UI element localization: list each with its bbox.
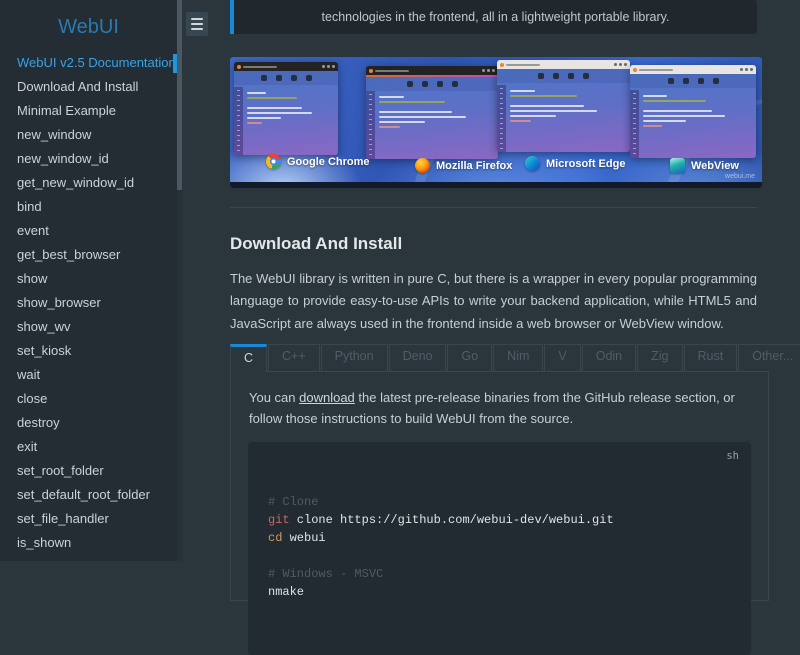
browser-name: Google Chrome <box>287 155 370 168</box>
tab-v[interactable]: V <box>544 344 581 371</box>
sidebar-item[interactable]: Minimal Example <box>0 99 177 123</box>
mini-app-window <box>366 66 498 159</box>
tab-c[interactable]: C <box>230 344 268 372</box>
hero-watermark: webui.me <box>725 173 755 180</box>
sidebar-item[interactable]: show_wv <box>0 315 177 339</box>
mini-app-window <box>630 65 756 158</box>
code-line: # Clone <box>268 495 319 509</box>
mini-window-code <box>234 88 338 155</box>
mini-window-code <box>630 91 756 158</box>
tab-odin[interactable]: Odin <box>581 344 637 371</box>
mini-window-titlebar <box>366 66 498 75</box>
sidebar-scrollbar-thumb[interactable] <box>177 0 182 190</box>
mini-window-titlebar <box>630 65 756 74</box>
mini-window-toolbar <box>630 74 756 88</box>
download-link[interactable]: download <box>299 390 355 405</box>
section-paragraph: The WebUI library is written in pure C, … <box>230 271 757 331</box>
hero-screenshot: Google Chrome Mozilla Firefox Microsoft … <box>230 57 762 188</box>
mini-window-body <box>630 74 756 158</box>
panel-text: You can <box>249 390 300 405</box>
browser-label-edge: Microsoft Edge <box>525 156 625 171</box>
sidebar-item[interactable]: show_browser <box>0 291 177 315</box>
browser-name: Mozilla Firefox <box>436 159 513 172</box>
sidebar-scrollbar[interactable] <box>177 0 182 561</box>
tab-nim[interactable]: Nim <box>493 344 544 371</box>
mini-app-window <box>497 60 630 152</box>
tab-c[interactable]: C++ <box>268 344 320 371</box>
tab-go[interactable]: Go <box>447 344 493 371</box>
mini-window-body <box>234 71 338 155</box>
sidebar-item[interactable]: WebUI v2.5 Documentation <box>0 51 177 75</box>
edge-icon <box>525 156 540 171</box>
mini-window-body <box>497 69 630 152</box>
sidebar-item[interactable]: destroy <box>0 411 177 435</box>
tab-rust[interactable]: Rust <box>683 344 738 371</box>
section-heading: Download And Install <box>230 234 403 253</box>
sidebar-item[interactable]: get_best_browser <box>0 243 177 267</box>
tab-zig[interactable]: Zig <box>637 344 683 371</box>
sidebar-item[interactable]: bind <box>0 195 177 219</box>
app-title: WebUI <box>58 16 119 38</box>
sidebar-item[interactable]: wait <box>0 363 177 387</box>
mini-window-code <box>497 86 630 152</box>
mini-window-toolbar <box>366 77 498 91</box>
sidebar-item[interactable]: set_kiosk <box>0 339 177 363</box>
sidebar-nav: WebUI v2.5 Documentation Download And Ins… <box>0 51 177 555</box>
tab-deno[interactable]: Deno <box>388 344 447 371</box>
sidebar-item[interactable]: show <box>0 267 177 291</box>
sidebar-item[interactable]: set_file_handler <box>0 507 177 531</box>
sidebar-toggle-button[interactable] <box>186 12 208 36</box>
mini-app-window <box>234 62 338 155</box>
sidebar-item[interactable]: new_window_id <box>0 147 177 171</box>
sidebar-item[interactable]: new_window <box>0 123 177 147</box>
divider <box>230 207 757 208</box>
tab-panel: You can download the latest pre-release … <box>230 371 769 655</box>
code-line: git clone https://github.com/webui-dev/w… <box>268 513 614 527</box>
sidebar-item[interactable]: get_new_window_id <box>0 171 177 195</box>
tab-other[interactable]: Other... <box>738 344 800 371</box>
tab-python[interactable]: Python <box>320 344 388 371</box>
sidebar: WebUI WebUI v2.5 Documentation Download A… <box>0 0 177 561</box>
firefox-icon <box>415 158 430 173</box>
code-language-badge: sh <box>726 450 739 462</box>
sidebar-item[interactable]: is_shown <box>0 531 177 555</box>
code-line: # Windows - MSVC <box>268 567 384 581</box>
code-block: sh # Clone git clone https://github.com/w… <box>248 442 751 655</box>
intro-quote: technologies in the frontend, all in a l… <box>230 0 757 34</box>
browser-name: WebView <box>691 159 739 172</box>
mini-window-titlebar <box>497 60 630 69</box>
sidebar-item[interactable]: event <box>0 219 177 243</box>
mini-window-code <box>366 92 498 159</box>
browser-label-webview: WebView <box>670 158 739 173</box>
main-content: technologies in the frontend, all in a l… <box>230 0 800 655</box>
browser-label-chrome: Google Chrome <box>266 154 370 169</box>
code-content: # Clone git clone https://github.com/webu… <box>268 493 731 601</box>
intro-text: technologies in the frontend, all in a l… <box>321 10 670 24</box>
sidebar-item[interactable]: set_root_folder <box>0 459 177 483</box>
mini-window-toolbar <box>234 71 338 85</box>
sidebar-item[interactable]: close <box>0 387 177 411</box>
sidebar-item[interactable]: set_default_root_folder <box>0 483 177 507</box>
panel-paragraph: You can download the latest pre-release … <box>249 387 750 429</box>
sidebar-item[interactable]: exit <box>0 435 177 459</box>
browser-label-firefox: Mozilla Firefox <box>415 158 512 173</box>
browser-name: Microsoft Edge <box>546 157 626 170</box>
mini-window-body <box>366 75 498 159</box>
language-tabs: C C++ Python Deno Go Nim V Odin Zig Rust Other... <box>230 344 800 372</box>
chrome-icon <box>266 154 281 169</box>
mini-window-titlebar <box>234 62 338 71</box>
mini-window-toolbar <box>497 69 630 83</box>
hero-taskbar <box>230 182 762 188</box>
sidebar-item[interactable]: Download And Install <box>0 75 177 99</box>
webview-icon <box>670 158 685 173</box>
code-line: cd webui <box>268 531 326 545</box>
code-line: nmake <box>268 585 305 599</box>
